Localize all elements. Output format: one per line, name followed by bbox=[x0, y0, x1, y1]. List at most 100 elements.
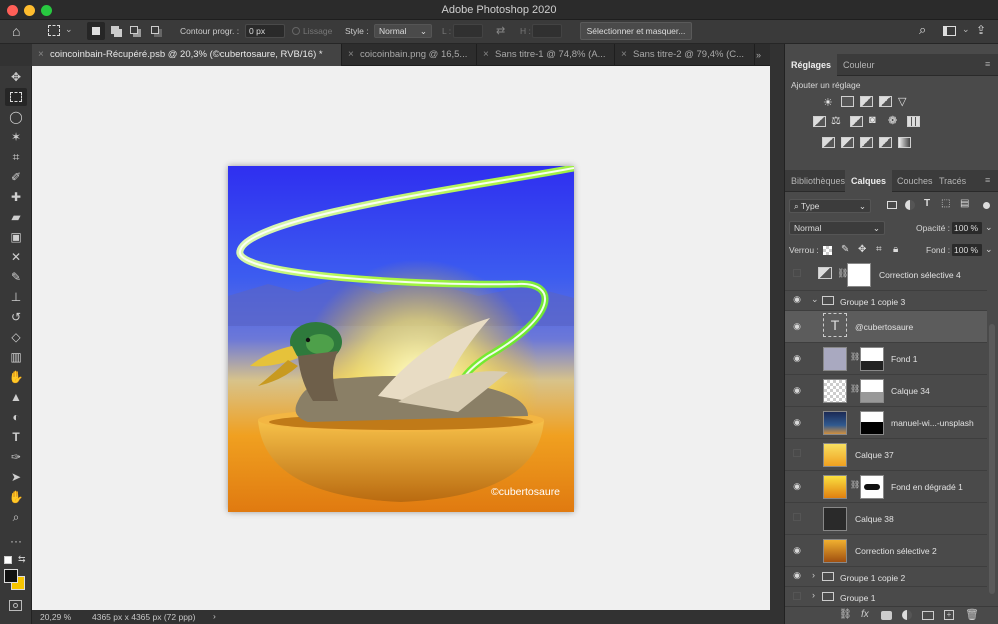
visibility-toggle[interactable] bbox=[793, 449, 801, 457]
frame-tool-icon[interactable]: ▣ bbox=[5, 228, 27, 246]
share-icon[interactable]: ⇪ bbox=[976, 23, 986, 37]
tab-couches[interactable]: Couches bbox=[891, 170, 939, 192]
path-selection-tool-icon[interactable]: ✑ bbox=[5, 448, 27, 466]
layer-group-row[interactable]: ◉ ⌄ Groupe 1 copie 3 bbox=[785, 291, 987, 311]
vibrance-icon[interactable]: ▽ bbox=[898, 95, 906, 108]
lissage-checkbox[interactable] bbox=[292, 27, 300, 35]
lock-pixels-icon[interactable]: ✎ bbox=[841, 244, 849, 255]
link-layers-icon[interactable]: ⛓ bbox=[839, 609, 852, 620]
contour-input[interactable]: 0 px bbox=[245, 24, 285, 38]
height-input[interactable] bbox=[532, 24, 562, 38]
lock-all-icon[interactable]: 🔒︎ bbox=[893, 244, 898, 255]
blend-mode-select[interactable]: Normal ⌄ bbox=[789, 221, 885, 235]
new-adjustment-icon[interactable] bbox=[902, 610, 912, 620]
quick-mask-icon[interactable] bbox=[9, 600, 22, 611]
layer-thumbnail[interactable] bbox=[823, 475, 847, 499]
layer-row[interactable]: ◉ ⛓ Fond 1 bbox=[785, 343, 987, 375]
crop-tool-icon[interactable]: ⌗ bbox=[5, 148, 27, 166]
posterize-icon[interactable] bbox=[841, 137, 854, 148]
layer-row[interactable]: Calque 38 bbox=[785, 503, 987, 535]
tab-document-1[interactable]: × coincoinbain-Récupéré.psb @ 20,3% (©cub… bbox=[32, 44, 342, 66]
filter-pixel-icon[interactable] bbox=[887, 201, 897, 209]
layer-row[interactable]: ◉ ⛓ Calque 34 bbox=[785, 375, 987, 407]
layers-scrollbar[interactable] bbox=[989, 324, 995, 594]
tab-document-4[interactable]: × Sans titre-2 @ 79,4% (C... bbox=[615, 44, 755, 66]
workspace-icon[interactable] bbox=[943, 26, 956, 36]
chevron-down-icon[interactable]: ⌄ bbox=[65, 24, 73, 35]
filter-type-icon[interactable]: T bbox=[924, 198, 930, 209]
link-icon[interactable]: ⛓ bbox=[850, 352, 860, 361]
filter-shape-icon[interactable]: ⬚ bbox=[941, 198, 950, 209]
tab-traces[interactable]: Tracés bbox=[933, 170, 972, 192]
curves-icon[interactable] bbox=[860, 96, 873, 107]
panel-menu-icon[interactable]: ≡ bbox=[985, 175, 990, 185]
levels-icon[interactable] bbox=[841, 96, 854, 107]
hand-tool-icon[interactable]: ✋ bbox=[5, 488, 27, 506]
layer-thumbnail[interactable] bbox=[823, 411, 847, 435]
magic-wand-tool-icon[interactable]: ✶ bbox=[5, 128, 27, 146]
style-select[interactable]: Normal ⌄ bbox=[374, 24, 432, 38]
layer-mask-thumbnail[interactable] bbox=[860, 347, 884, 371]
content-aware-move-icon[interactable]: ✕ bbox=[5, 248, 27, 266]
healing-brush-tool-icon[interactable]: ✚ bbox=[5, 188, 27, 206]
document-canvas[interactable]: ©cubertosaure bbox=[228, 164, 578, 512]
eye-icon[interactable]: ◉ bbox=[789, 385, 805, 397]
blur-tool-icon[interactable]: ✋ bbox=[5, 368, 27, 386]
more-tools-icon[interactable]: ··· bbox=[5, 532, 27, 550]
filter-smart-object-icon[interactable]: ▤ bbox=[960, 198, 969, 209]
history-brush-tool-icon[interactable]: ↺ bbox=[5, 308, 27, 326]
zoom-tool-icon[interactable]: ⌕ bbox=[5, 508, 27, 526]
layer-mask-thumbnail[interactable] bbox=[860, 379, 884, 403]
layer-row[interactable]: ⛓ Correction sélective 4 bbox=[785, 259, 987, 291]
link-icon[interactable]: ⛓ bbox=[850, 384, 860, 393]
exposure-icon[interactable] bbox=[879, 96, 892, 107]
chevron-down-icon[interactable]: ⌄ bbox=[985, 244, 993, 255]
selective-color-icon[interactable] bbox=[879, 137, 892, 148]
width-input[interactable] bbox=[453, 24, 483, 38]
new-selection-button[interactable] bbox=[87, 22, 105, 40]
lasso-tool-icon[interactable]: ◯ bbox=[5, 108, 27, 126]
lock-transparency-icon[interactable] bbox=[823, 246, 832, 255]
chevron-right-icon[interactable]: › bbox=[812, 590, 815, 600]
marquee-preset-icon[interactable] bbox=[48, 25, 60, 36]
eye-icon[interactable]: ◉ bbox=[789, 321, 805, 333]
layer-mask-thumbnail[interactable] bbox=[860, 411, 884, 435]
default-colors-icon[interactable] bbox=[4, 556, 12, 564]
hue-saturation-icon[interactable] bbox=[813, 116, 826, 127]
tab-document-2[interactable]: × coicoinbain.png @ 16,5... bbox=[342, 44, 477, 66]
eye-icon[interactable]: ◉ bbox=[789, 353, 805, 365]
tab-couleur[interactable]: Couleur bbox=[837, 54, 881, 76]
layer-mask-thumbnail[interactable] bbox=[847, 263, 871, 287]
canvas-area[interactable]: ©cubertosaure bbox=[32, 66, 770, 610]
eyedropper-tool-icon[interactable]: ✐ bbox=[5, 168, 27, 186]
eye-icon[interactable]: ◉ bbox=[789, 481, 805, 493]
visibility-toggle[interactable] bbox=[793, 513, 801, 521]
close-icon[interactable]: × bbox=[483, 44, 489, 66]
search-icon[interactable]: ⌕ bbox=[919, 22, 926, 38]
filter-adjustment-icon[interactable] bbox=[905, 200, 915, 210]
patch-tool-icon[interactable]: ▰ bbox=[5, 208, 27, 226]
brightness-icon[interactable]: ☀ bbox=[823, 96, 833, 109]
invert-icon[interactable] bbox=[822, 137, 835, 148]
eye-icon[interactable]: ◉ bbox=[789, 545, 805, 557]
channel-mixer-icon[interactable]: ❁ bbox=[888, 114, 897, 127]
tabs-overflow-icon[interactable]: » bbox=[756, 50, 761, 60]
gradient-map-icon[interactable] bbox=[898, 137, 911, 148]
gradient-tool-icon[interactable]: ▥ bbox=[5, 348, 27, 366]
move-tool-icon[interactable]: ✥ bbox=[5, 68, 27, 86]
fill-input[interactable]: 100 % bbox=[951, 243, 983, 257]
status-menu-arrow[interactable]: › bbox=[213, 611, 216, 621]
link-icon[interactable]: ⛓ bbox=[850, 480, 860, 489]
layer-thumbnail[interactable] bbox=[823, 539, 847, 563]
layer-thumbnail[interactable] bbox=[823, 379, 847, 403]
layer-row[interactable]: Calque 37 bbox=[785, 439, 987, 471]
layer-mask-thumbnail[interactable] bbox=[860, 475, 884, 499]
color-balance-icon[interactable]: ⚖ bbox=[831, 114, 841, 127]
intersect-selection-icon[interactable] bbox=[151, 26, 159, 34]
pen-tool-icon[interactable]: ◐ bbox=[5, 408, 27, 426]
layer-row[interactable]: ◉ manuel-wi...-unsplash bbox=[785, 407, 987, 439]
new-layer-icon[interactable]: + bbox=[944, 610, 954, 620]
panel-menu-icon[interactable]: ≡ bbox=[985, 59, 990, 69]
chevron-down-icon[interactable]: ⌄ bbox=[962, 24, 970, 35]
clone-stamp-tool-icon[interactable]: ⊥ bbox=[5, 288, 27, 306]
